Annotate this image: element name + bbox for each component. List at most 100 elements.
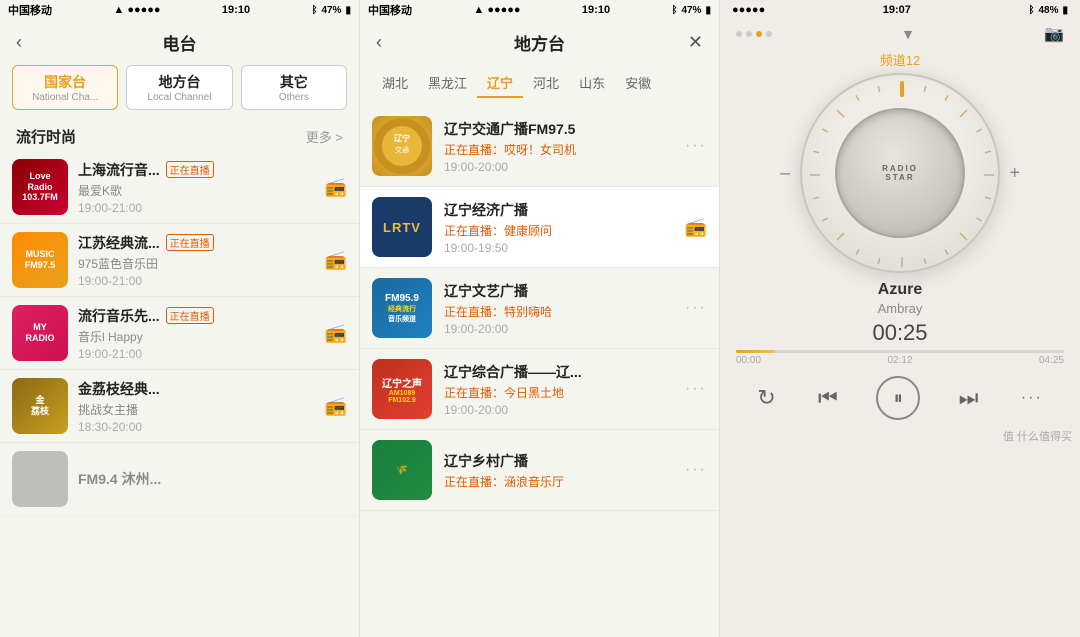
radio-name-1: 上海流行音... (78, 160, 160, 180)
watermark: 值 什么值得买 (720, 426, 1080, 446)
station-time-4: 19:00-20:00 (444, 403, 673, 417)
station-item[interactable]: FM95.9 经典流行 音乐频道 辽宁文艺广播 正在直播：特别嗨哈 19:00-… (360, 268, 719, 349)
time-right: 19:07 (883, 4, 911, 16)
camera-icon[interactable]: 📷 (1044, 24, 1064, 44)
dial-outer[interactable]: RADIO STAR (800, 73, 1000, 273)
radio-name-3: 流行音乐先... (78, 306, 160, 326)
station-more-btn-4[interactable]: ··· (685, 380, 707, 398)
svg-text:交通: 交通 (395, 145, 409, 154)
left-title: 电台 (163, 30, 197, 55)
radio-name-5: FM9.4 沐州... (78, 469, 208, 489)
region-hebei[interactable]: 河北 (523, 69, 569, 98)
radio-info-2: 江苏经典流... 正在直播 975蓝色音乐田 19:00-21:00 (78, 233, 315, 288)
live-badge-2: 正在直播 (166, 234, 214, 251)
play-pause-button[interactable]: ⏸ (876, 376, 920, 420)
tab-national[interactable]: 国家台 National Cha... (12, 65, 118, 110)
station-item[interactable]: 辽宁之声 AM1089 FM102.9 辽宁综合广播——辽... 正在直播：今日… (360, 349, 719, 430)
station-icon-btn-2[interactable]: 📻 (685, 217, 707, 238)
more-button[interactable]: ··· (1017, 385, 1047, 411)
radio-sub-3: 音乐l Happy (78, 328, 315, 345)
radio-icon-btn-4[interactable]: 📻 (325, 396, 347, 417)
dial-plus-icon[interactable]: + (1009, 163, 1020, 184)
dial-container: – (800, 73, 1000, 273)
bluetooth-icon-mid: ᛒ (671, 5, 677, 16)
station-name-3: 辽宁文艺广播 (444, 281, 673, 301)
left-panel: 中国移动 ▲ ●●●●● 19:10 ᛒ 47% ▮ ‹ 电台 国家台 Nati… (0, 0, 360, 637)
station-live-3: 正在直播：特别嗨哈 (444, 303, 673, 320)
region-hubei[interactable]: 湖北 (372, 69, 418, 98)
tab-others[interactable]: 其它 Others (241, 65, 347, 110)
carrier-left: 中国移动 (8, 2, 52, 18)
radio-logo-gold: 金荔枝 (12, 378, 68, 434)
region-liaoning[interactable]: 辽宁 (477, 69, 523, 98)
list-item[interactable]: FM9.4 沐州... (0, 443, 359, 516)
region-shandong[interactable]: 山东 (569, 69, 615, 98)
battery-mid: 47% (681, 5, 701, 16)
station-name-5: 辽宁乡村广播 (444, 451, 673, 471)
station-logo-arts: FM95.9 经典流行 音乐频道 (372, 278, 432, 338)
region-anhui[interactable]: 安徽 (615, 69, 661, 98)
station-name-4: 辽宁综合广播——辽... (444, 362, 673, 382)
svg-text:辽宁: 辽宁 (394, 133, 410, 143)
battery-icons-mid: ᛒ 47% ▮ (671, 5, 711, 16)
radio-list: LoveRadio103.7FM 上海流行音... 正在直播 最爱K歌 19:0… (0, 151, 359, 516)
radio-icon-btn-1[interactable]: 📻 (325, 177, 347, 198)
battery-left: 47% (321, 5, 341, 16)
next-button[interactable]: ⏭ (955, 381, 983, 415)
station-name-1: 辽宁交通广播FM97.5 (444, 119, 673, 139)
tabs-row-left: 国家台 National Cha... 地方台 Local Channel 其它… (0, 65, 359, 118)
station-item[interactable]: 辽宁 交通 辽宁交通广播FM97.5 正在直播：哎呀！女司机 19:00-20:… (360, 106, 719, 187)
dial-minus-icon[interactable]: – (780, 163, 790, 184)
time-left: 19:10 (222, 4, 250, 16)
mid-title: 地方台 (514, 30, 565, 55)
battery-bar-mid: ▮ (705, 5, 711, 16)
region-heilongjiang[interactable]: 黑龙江 (418, 69, 477, 98)
list-item[interactable]: 金荔枝 金荔枝经典... 挑战女主播 18:30-20:00 📻 (0, 370, 359, 443)
station-more-btn-1[interactable]: ··· (685, 137, 707, 155)
station-logo-rural: 🌾 (372, 440, 432, 500)
close-button-mid[interactable]: ✕ (688, 32, 703, 53)
tab-national-sub: National Cha... (17, 92, 113, 103)
station-info-3: 辽宁文艺广播 正在直播：特别嗨哈 19:00-20:00 (444, 281, 673, 336)
station-more-btn-3[interactable]: ··· (685, 299, 707, 317)
list-item[interactable]: MYRADIO 流行音乐先... 正在直播 音乐l Happy 19:00-21… (0, 297, 359, 370)
time-mid: 19:10 (582, 4, 610, 16)
radio-sub-2: 975蓝色音乐田 (78, 255, 315, 272)
player-header: ▼ 📷 (720, 20, 1080, 48)
radio-icon-btn-3[interactable]: 📻 (325, 323, 347, 344)
battery-icons-left: ᛒ 47% ▮ (311, 5, 351, 16)
battery-bar-left: ▮ (345, 5, 351, 16)
station-name-2: 辽宁经济广播 (444, 200, 673, 220)
left-header: ‹ 电台 (0, 20, 359, 65)
channel-label: 频道12 (880, 50, 920, 69)
tab-local[interactable]: 地方台 Local Channel (126, 65, 232, 110)
battery-bar-right: ▮ (1062, 5, 1068, 16)
list-item[interactable]: MUSICFM97.5 江苏经典流... 正在直播 975蓝色音乐田 19:00… (0, 224, 359, 297)
tab-local-label: 地方台 (131, 72, 227, 92)
station-live-5: 正在直播：涵浪音乐厅 (444, 473, 673, 490)
live-badge-1: 正在直播 (166, 161, 214, 178)
prev-button[interactable]: ⏮ (814, 381, 842, 415)
more-link-left[interactable]: 更多 > (306, 127, 343, 146)
signal-right: ●●●●● (732, 4, 765, 16)
track-time: 00:25 (872, 320, 927, 346)
station-list: 辽宁 交通 辽宁交通广播FM97.5 正在直播：哎呀！女司机 19:00-20:… (360, 106, 719, 637)
live-badge-3: 正在直播 (166, 307, 214, 324)
progress-bar-bg[interactable] (736, 350, 1064, 353)
back-button-left[interactable]: ‹ (16, 32, 22, 53)
back-button-mid[interactable]: ‹ (376, 32, 382, 53)
station-time-3: 19:00-20:00 (444, 322, 673, 336)
down-arrow-icon[interactable]: ▼ (901, 26, 915, 42)
radio-logo-myradio: MYRADIO (12, 305, 68, 361)
station-item[interactable]: 🌾 辽宁乡村广播 正在直播：涵浪音乐厅 ··· (360, 430, 719, 511)
station-live-1: 正在直播：哎呀！女司机 (444, 141, 673, 158)
station-more-btn-5[interactable]: ··· (685, 461, 707, 479)
radio-time-2: 19:00-21:00 (78, 274, 315, 288)
repeat-button[interactable]: ↻ (753, 381, 779, 415)
battery-right: 48% (1038, 5, 1058, 16)
time-mid: 02:12 (887, 355, 912, 366)
station-item[interactable]: LRTV 辽宁经济广播 正在直播：健康顾问 19:00-19:50 📻 (360, 187, 719, 268)
radio-icon-btn-2[interactable]: 📻 (325, 250, 347, 271)
list-item[interactable]: LoveRadio103.7FM 上海流行音... 正在直播 最爱K歌 19:0… (0, 151, 359, 224)
radio-name-4: 金荔枝经典... (78, 379, 160, 399)
